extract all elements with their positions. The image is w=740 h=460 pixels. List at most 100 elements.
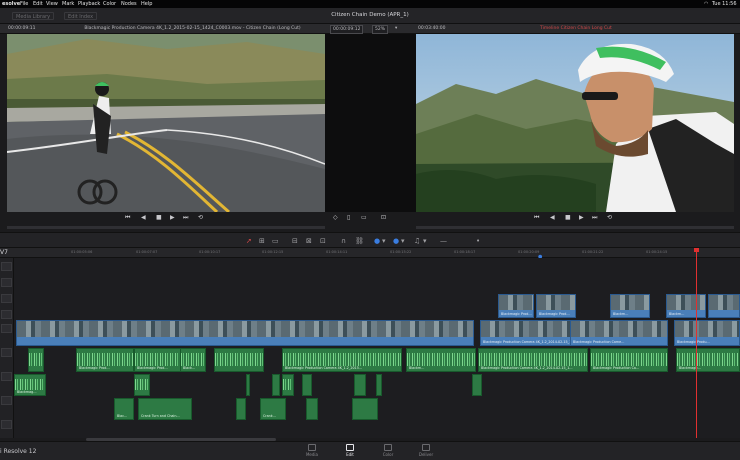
- audio-clip[interactable]: Blackmagic Production Camera 4K_1.2_2015…: [282, 348, 402, 372]
- timeline-tracks[interactable]: Blackmagic Prod… Blackmagic Prod… Blackm…: [14, 258, 740, 438]
- jump-start-icon[interactable]: ⏮: [534, 212, 539, 224]
- edit-page-tab[interactable]: Edit: [338, 444, 362, 457]
- menu-color[interactable]: Color: [103, 0, 116, 8]
- reverse-play-icon[interactable]: ◀: [141, 212, 146, 224]
- audio-clip[interactable]: [302, 374, 312, 396]
- audio-clip[interactable]: Blackm…: [406, 348, 476, 372]
- track-header[interactable]: [1, 262, 12, 271]
- zoom-out-icon[interactable]: —: [440, 236, 447, 246]
- chevron-down-icon[interactable]: ▾: [382, 236, 386, 246]
- audio-clip[interactable]: [282, 374, 294, 396]
- top-toolbar: Media Library Edit Index Citizen Chain D…: [0, 8, 740, 24]
- video-clip[interactable]: [708, 294, 740, 318]
- marker-icon[interactable]: ●: [393, 236, 399, 246]
- audio-clip[interactable]: [246, 374, 250, 396]
- chevron-down-icon[interactable]: ▾: [423, 236, 427, 246]
- jump-end-icon[interactable]: ⏭: [592, 212, 597, 224]
- chevron-down-icon[interactable]: ▾: [395, 24, 397, 34]
- video-clip[interactable]: Blackm…: [610, 294, 650, 318]
- track-header[interactable]: [1, 396, 12, 405]
- overwrite-clip-icon[interactable]: ⊠: [306, 236, 312, 246]
- play-icon[interactable]: ▶: [579, 212, 584, 224]
- audio-clip[interactable]: [272, 374, 280, 396]
- playhead[interactable]: [696, 248, 697, 438]
- in-point-icon[interactable]: ◇: [333, 212, 338, 224]
- menu-edit[interactable]: Edit: [33, 0, 43, 8]
- reverse-play-icon[interactable]: ◀: [550, 212, 555, 224]
- track-header[interactable]: [1, 420, 12, 429]
- track-header[interactable]: [1, 294, 12, 303]
- timeline-viewer[interactable]: [416, 34, 734, 212]
- match-frame-icon[interactable]: ▯: [347, 212, 350, 224]
- audio-clip[interactable]: [28, 348, 44, 372]
- jump-start-icon[interactable]: ⏮: [125, 212, 130, 224]
- audio-clip[interactable]: [306, 398, 318, 420]
- timeline-toolbar: ➚ ⊞ ▭ ⊟ ⊠ ⊡ ∩ ⛓ ● ▾ ● ▾ ♫ ▾ — •: [0, 232, 740, 248]
- track-header[interactable]: [1, 348, 12, 357]
- video-clip[interactable]: [16, 320, 474, 346]
- flag-icon[interactable]: ●: [374, 236, 380, 246]
- video-clip[interactable]: Blackmagic Produ…: [674, 320, 740, 346]
- out-point-icon[interactable]: ▭: [361, 212, 367, 224]
- menu-view[interactable]: View: [46, 0, 58, 8]
- audio-clip[interactable]: [352, 398, 378, 420]
- audio-clip[interactable]: Black…: [180, 348, 206, 372]
- menu-file[interactable]: File: [20, 0, 28, 8]
- audio-clip[interactable]: Blackmagic…: [676, 348, 740, 372]
- playhead-handle[interactable]: [694, 248, 699, 252]
- audio-clip[interactable]: Blackmagic Production Camera 4K_1.2_2014…: [478, 348, 588, 372]
- video-clip[interactable]: Blackmagic Production Came…: [570, 320, 668, 346]
- audio-clip[interactable]: Blackmag…: [14, 374, 46, 396]
- video-clip[interactable]: Blackmagic Prod…: [498, 294, 534, 318]
- audio-clip[interactable]: Blackmagic Prod…: [76, 348, 134, 372]
- audio-clip[interactable]: [214, 348, 264, 372]
- audio-clip[interactable]: [236, 398, 246, 420]
- audio-clip[interactable]: Crank…: [260, 398, 286, 420]
- zoom-slider-knob[interactable]: •: [476, 236, 480, 246]
- track-header[interactable]: [1, 310, 12, 319]
- audio-clip[interactable]: [354, 374, 366, 396]
- menu-mark[interactable]: Mark: [62, 0, 74, 8]
- jump-end-icon[interactable]: ⏭: [183, 212, 188, 224]
- media-page-tab[interactable]: Media: [300, 444, 324, 457]
- video-clip[interactable]: Blackm…: [666, 294, 706, 318]
- overlay-icon[interactable]: ⊡: [381, 212, 386, 224]
- menu-nodes[interactable]: Nodes: [121, 0, 137, 8]
- link-icon[interactable]: ⛓: [355, 236, 364, 246]
- snapping-icon[interactable]: ∩: [341, 236, 346, 246]
- video-clip[interactable]: Blackmagic Prod…: [536, 294, 576, 318]
- selection-tool-icon[interactable]: ➚: [246, 236, 252, 246]
- replace-clip-icon[interactable]: ⊡: [320, 236, 326, 246]
- audio-clip[interactable]: Blackmagic Production Ca…: [590, 348, 668, 372]
- color-page-tab[interactable]: Color: [376, 444, 400, 457]
- audio-clip[interactable]: [376, 374, 382, 396]
- audio-clip[interactable]: Blac…: [114, 398, 134, 420]
- blade-tool-icon[interactable]: ▭: [272, 236, 279, 246]
- play-icon[interactable]: ▶: [170, 212, 175, 224]
- timeline-ruler[interactable]: 01:00:05:06 01:00:07:07 01:00:10:17 01:0…: [0, 248, 740, 260]
- deliver-page-tab[interactable]: Deliver: [414, 444, 438, 457]
- menu-help[interactable]: Help: [141, 0, 152, 8]
- track-header[interactable]: [1, 278, 12, 287]
- menu-playback[interactable]: Playback: [78, 0, 100, 8]
- app-menu[interactable]: esolve: [2, 0, 20, 8]
- source-viewer[interactable]: [7, 34, 325, 212]
- track-header[interactable]: [1, 372, 12, 381]
- stop-icon[interactable]: ■: [565, 212, 571, 224]
- viewer-gap: [325, 34, 416, 212]
- stop-icon[interactable]: ■: [156, 212, 162, 224]
- track-header[interactable]: [1, 324, 12, 333]
- record-scrubber[interactable]: [416, 226, 734, 229]
- chevron-down-icon[interactable]: ▾: [401, 236, 405, 246]
- trim-tool-icon[interactable]: ⊞: [259, 236, 265, 246]
- audio-clip[interactable]: Crank Turn and Chain…: [138, 398, 192, 420]
- loop-icon[interactable]: ⟲: [607, 212, 612, 224]
- audio-clip[interactable]: Blackmagic Prod…: [134, 348, 186, 372]
- loop-icon[interactable]: ⟲: [198, 212, 203, 224]
- zoom-dropdown[interactable]: 52%: [372, 25, 389, 34]
- insert-clip-icon[interactable]: ⊟: [292, 236, 298, 246]
- source-scrubber[interactable]: [7, 226, 325, 229]
- audio-clip[interactable]: [472, 374, 482, 396]
- audio-icon[interactable]: ♫: [414, 236, 420, 246]
- audio-clip[interactable]: [134, 374, 150, 396]
